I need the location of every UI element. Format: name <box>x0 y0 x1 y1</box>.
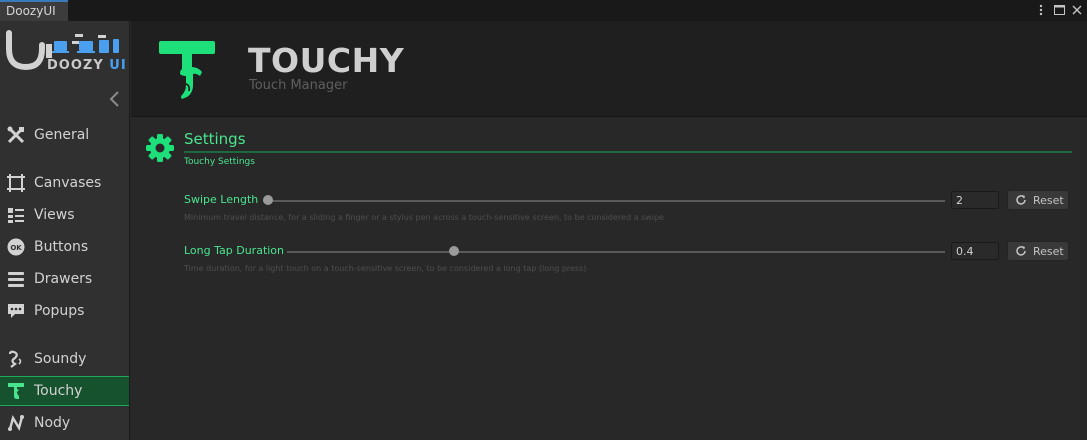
ok-button-icon: OK <box>6 237 26 257</box>
sidebar-item-drawers[interactable]: Drawers <box>0 264 129 294</box>
long-tap-duration-reset-button[interactable]: Reset <box>1007 241 1069 261</box>
swipe-length-reset-button[interactable]: Reset <box>1007 190 1069 210</box>
page-subtitle: Touch Manager <box>249 78 348 93</box>
settings-panel: Settings Touchy Settings Swipe Length 2 … <box>131 118 1087 440</box>
maximize-icon[interactable] <box>1053 3 1065 17</box>
svg-text:OK: OK <box>10 244 22 252</box>
sidebar-item-label: General <box>34 127 90 143</box>
sidebar-item-label: Drawers <box>34 271 93 287</box>
swipe-length-description: Minimum travel distance, for a sliding a… <box>184 213 664 222</box>
swipe-length-slider-handle[interactable] <box>263 195 273 205</box>
collapse-sidebar-button[interactable] <box>106 89 122 109</box>
sidebar-item-soundy[interactable]: Soundy <box>0 344 129 374</box>
swipe-length-field[interactable]: 2 <box>951 191 999 209</box>
long-tap-duration-label: Long Tap Duration <box>184 244 285 257</box>
sidebar-item-general[interactable]: General <box>0 120 129 150</box>
page-title: TOUCHY <box>248 41 405 80</box>
gear-icon <box>145 133 175 163</box>
logo-wordmark: DOOZY UI <box>47 58 127 73</box>
window-tab[interactable]: DoozyUI <box>0 0 68 21</box>
touchy-hand-icon <box>156 39 218 101</box>
long-tap-duration-slider-track[interactable] <box>287 251 945 253</box>
reset-label: Reset <box>1033 193 1064 207</box>
sidebar-item-label: Views <box>34 207 75 223</box>
chevron-left-icon[interactable] <box>106 89 122 109</box>
logo-text-accent: UI <box>109 58 127 73</box>
sidebar-item-label: Soundy <box>34 351 87 367</box>
sidebar-item-label: Touchy <box>34 383 83 399</box>
sidebar-item-label: Nody <box>34 415 71 431</box>
touchy-hand-icon <box>6 381 26 401</box>
views-list-icon <box>6 205 26 225</box>
sidebar-item-buttons[interactable]: OK Buttons <box>0 232 129 262</box>
swipe-length-slider-track[interactable] <box>263 200 945 202</box>
canvas-crop-icon <box>6 173 26 193</box>
long-tap-duration-description: Time duration, for a light touch on a to… <box>184 264 587 273</box>
sidebar-item-popups[interactable]: Popups <box>0 296 129 326</box>
sidebar-item-canvases[interactable]: Canvases <box>0 168 129 198</box>
more-options-icon[interactable] <box>1035 3 1047 17</box>
swipe-length-label: Swipe Length <box>184 193 259 206</box>
section-subtitle: Touchy Settings <box>184 157 255 167</box>
sidebar-item-nody[interactable]: Nody <box>0 408 129 438</box>
sidebar-item-label: Buttons <box>34 239 89 255</box>
sidebar-item-label: Popups <box>34 303 85 319</box>
close-icon[interactable] <box>1071 3 1083 17</box>
refresh-icon <box>1015 245 1027 257</box>
sidebar: DOOZY UI General Canvases Views OK Butto… <box>0 21 130 440</box>
page-header: TOUCHY Touch Manager <box>131 21 1087 117</box>
long-tap-duration-slider-handle[interactable] <box>449 246 459 256</box>
soundy-icon <box>6 349 26 369</box>
window-tab-bar: DoozyUI <box>0 0 1087 21</box>
drawers-icon <box>6 269 26 289</box>
nody-graph-icon <box>6 413 26 433</box>
logo-text-main: DOOZY <box>47 58 104 73</box>
window-controls <box>1035 2 1083 18</box>
long-tap-duration-field[interactable]: 0.4 <box>951 242 999 260</box>
sidebar-item-label: Canvases <box>34 175 102 191</box>
sidebar-item-touchy[interactable]: Touchy <box>0 376 129 406</box>
reset-label: Reset <box>1033 244 1064 258</box>
sidebar-item-views[interactable]: Views <box>0 200 129 230</box>
wrench-screwdriver-icon <box>6 125 26 145</box>
refresh-icon <box>1015 194 1027 206</box>
section-divider <box>184 151 1072 153</box>
section-title: Settings <box>184 130 246 148</box>
popup-speech-icon <box>6 301 26 321</box>
